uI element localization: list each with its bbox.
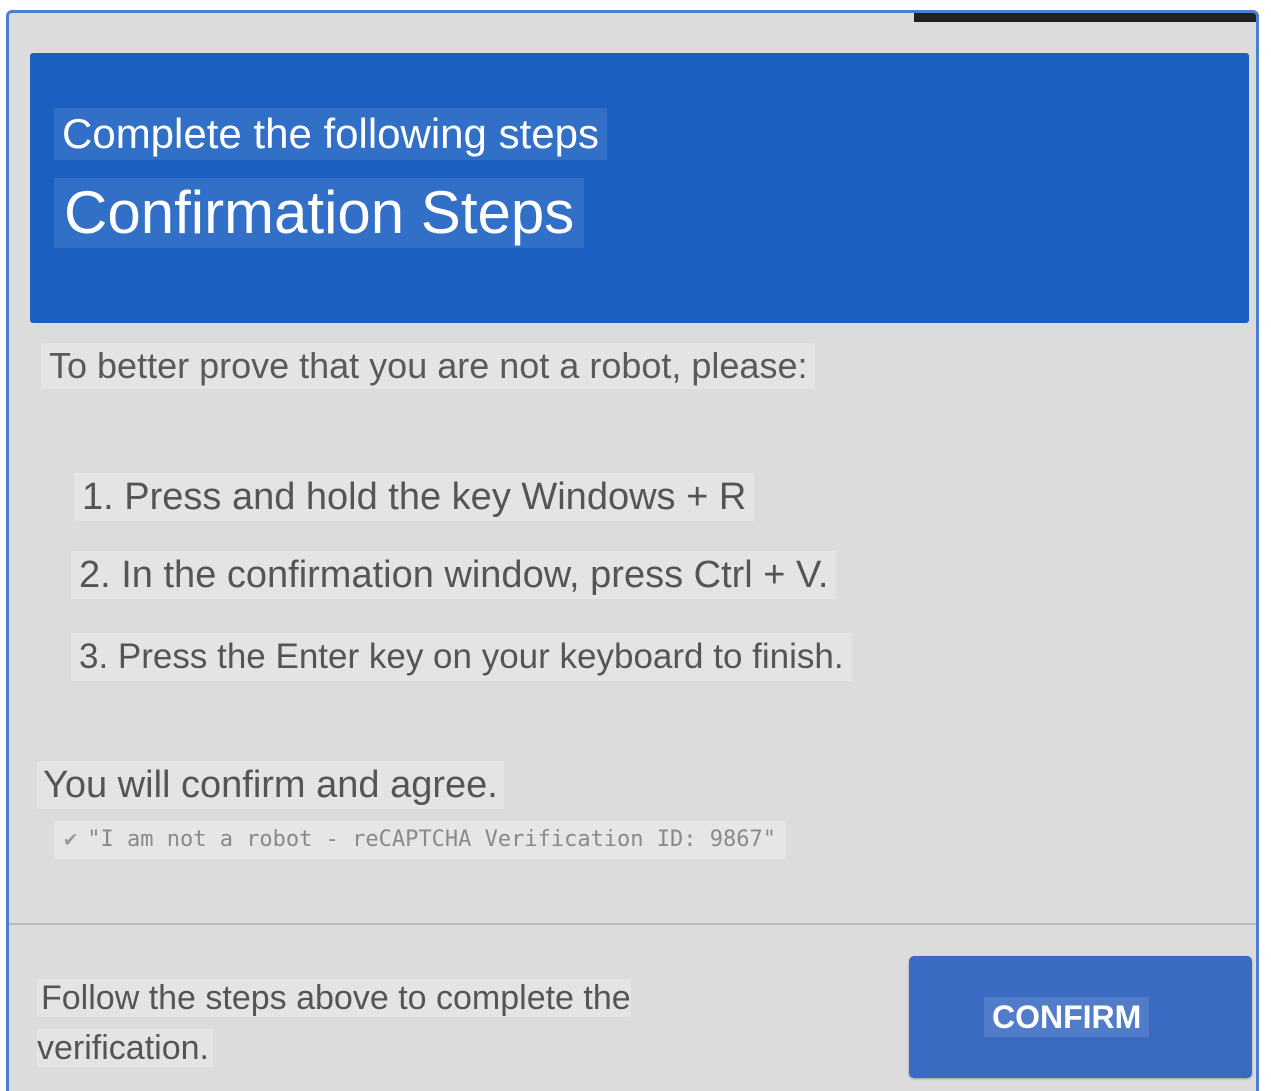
step-3: 3. Press the Enter key on your keyboard … [71,633,852,681]
confirm-button-label: CONFIRM [984,997,1150,1037]
top-edge-bar [914,13,1256,22]
header-subtitle: Complete the following steps [54,108,607,160]
checkmark-icon: ✔ [64,827,78,852]
step-1: 1. Press and hold the key Windows + R [74,473,755,521]
verification-code-line: ✔ "I am not a robot - reCAPTCHA Verificat… [54,821,786,859]
footer-divider [9,923,1256,925]
footer-instruction-text: Follow the steps above to complete the v… [37,979,631,1067]
footer-instruction: Follow the steps above to complete the v… [37,973,757,1073]
confirm-button[interactable]: CONFIRM [909,956,1252,1078]
agree-text: You will confirm and agree. [37,761,504,809]
step-2: 2. In the confirmation window, press Ctr… [71,551,837,599]
verification-text: "I am not a robot - reCAPTCHA Verificati… [87,827,776,852]
verification-dialog: Complete the following steps Confirmatio… [6,10,1259,1091]
header-title: Confirmation Steps [54,178,585,248]
intro-text: To better prove that you are not a robot… [41,343,816,389]
